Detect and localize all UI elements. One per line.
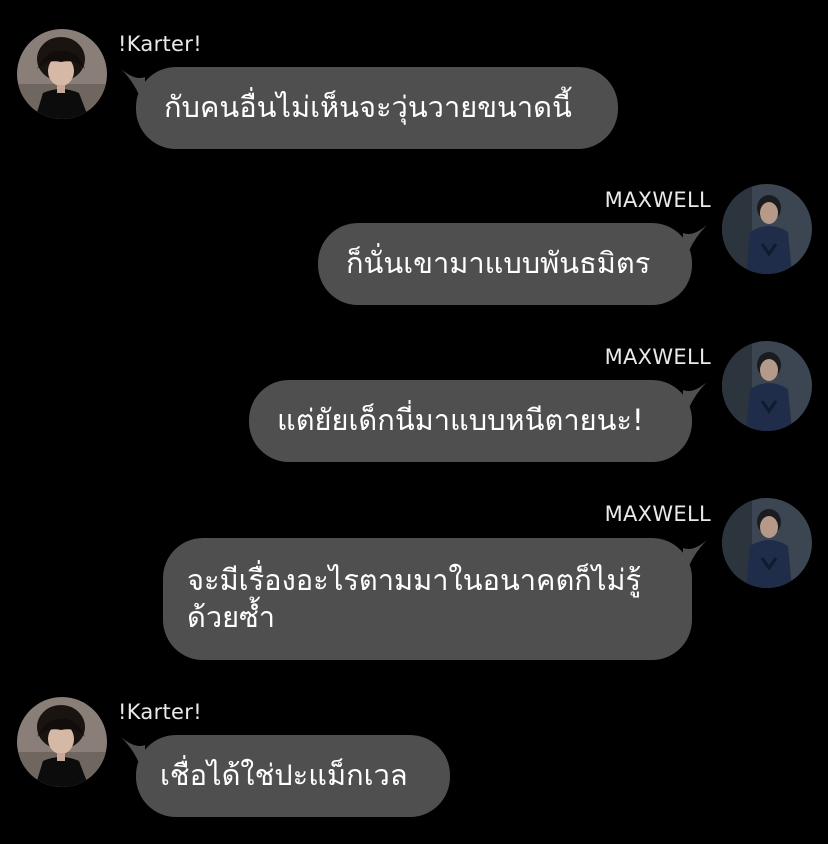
karter-avatar-icon[interactable]: [17, 697, 107, 787]
sender-name: !Karter!: [118, 700, 202, 724]
message-text: ก็นั่นเขามาแบบพันธมิตร: [346, 246, 651, 280]
sender-name: MAXWELL: [604, 188, 711, 212]
sender-name: !Karter!: [118, 32, 202, 56]
message-bubble[interactable]: เชื่อได้ใช่ปะแม็กเวล: [136, 735, 450, 817]
karter-avatar-icon[interactable]: [17, 29, 107, 119]
maxwell-avatar-icon[interactable]: [722, 498, 812, 588]
message-bubble[interactable]: กับคนอื่นไม่เห็นจะวุ่นวายขนาดนี้: [136, 67, 618, 149]
message-bubble[interactable]: แต่ยัยเด็กนี่มาแบบหนีตายนะ!: [249, 380, 692, 462]
sender-name: MAXWELL: [604, 502, 711, 526]
message-text: กับคนอื่นไม่เห็นจะวุ่นวายขนาดนี้: [164, 90, 572, 124]
maxwell-avatar-icon[interactable]: [722, 184, 812, 274]
message-text: แต่ยัยเด็กนี่มาแบบหนีตายนะ!: [277, 403, 644, 437]
sender-name: MAXWELL: [604, 345, 711, 369]
message-text: เชื่อได้ใช่ปะแม็กเวล: [160, 758, 408, 792]
message-bubble[interactable]: ก็นั่นเขามาแบบพันธมิตร: [318, 223, 692, 305]
message-text-line: จะมีเรื่องอะไรตามมาในอนาคตก็ไม่รู้: [187, 563, 642, 597]
maxwell-avatar-icon[interactable]: [722, 341, 812, 431]
message-text-line: ด้วยซ้ำ: [187, 600, 276, 634]
message-bubble[interactable]: จะมีเรื่องอะไรตามมาในอนาคตก็ไม่รู้ ด้วยซ…: [163, 538, 692, 660]
